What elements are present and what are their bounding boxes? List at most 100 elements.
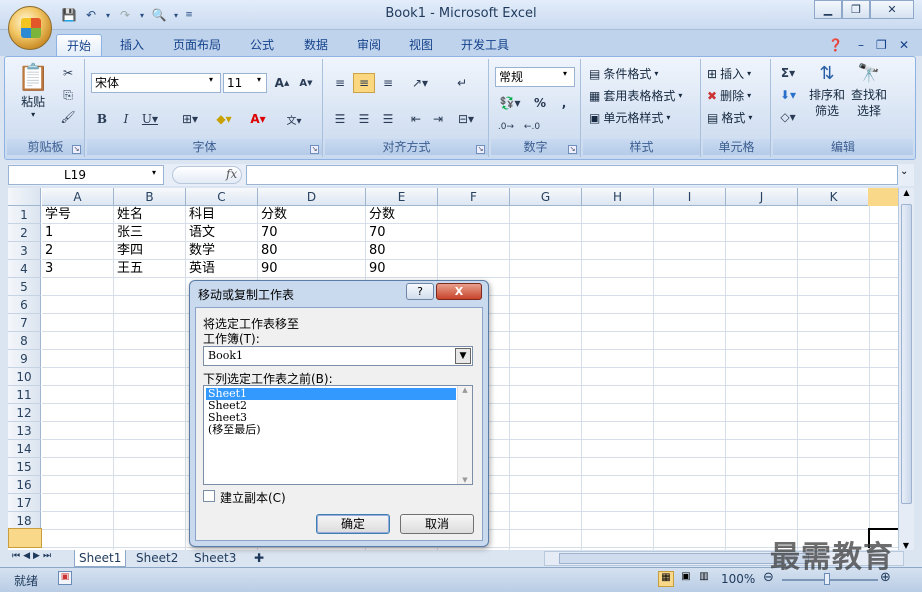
cell[interactable]: 数学 [186,242,215,260]
find-select-button[interactable]: 🔭 查找和 选择 [851,61,887,119]
tab-view[interactable]: 视图 [399,34,443,56]
tab-review[interactable]: 审阅 [347,34,391,56]
clear-icon[interactable]: ◇▾ [777,107,799,127]
close-window-button[interactable]: ✕ [870,0,914,19]
percent-button[interactable]: % [529,93,551,113]
cell[interactable]: 90 [366,260,386,278]
cell[interactable]: 王五 [114,260,143,278]
sheet-listbox[interactable]: Sheet1 Sheet2 Sheet3 (移至最后) ▲ ▼ [203,385,473,485]
ribbon-close-icon[interactable]: ✕ [899,34,909,56]
column-L-header[interactable] [868,188,898,206]
row-header[interactable]: 4 [8,260,41,278]
insert-cells-button[interactable]: ⊞ 插入 ▾ [707,65,751,82]
tab-data[interactable]: 数据 [294,34,338,56]
wrap-text-icon[interactable]: ↵ [451,73,473,93]
help-icon[interactable]: ❓ [828,34,843,56]
sort-filter-button[interactable]: ⇅ 排序和 筛选 [809,61,845,119]
copy-icon[interactable]: ⎘ [57,85,79,105]
fill-icon[interactable]: ⬇▾ [777,85,799,105]
minimize-button[interactable]: ▁ [814,0,842,19]
merge-center-icon[interactable]: ⊟▾ [451,109,481,129]
name-box-dropdown-icon[interactable]: ▾ [152,168,156,177]
align-top-icon[interactable]: ≡ [329,73,351,93]
cell[interactable]: 语文 [186,224,215,242]
underline-icon[interactable]: U▾ [139,109,161,129]
cell[interactable]: 姓名 [114,206,143,224]
conditional-format-button[interactable]: ▤ 条件格式 ▾ [589,65,658,82]
decrease-indent-icon[interactable]: ⇤ [405,109,427,129]
name-box[interactable]: L19 [8,165,164,185]
select-all-corner[interactable] [8,188,41,206]
list-item[interactable]: (移至最后) [206,424,261,436]
office-button[interactable] [8,6,52,50]
cell[interactable]: 科目 [186,206,215,224]
page-break-view-icon[interactable]: ▥ [696,571,712,587]
cell[interactable]: 90 [258,260,278,278]
number-format-dropdown-icon[interactable]: ▾ [563,69,567,78]
cell-styles-button[interactable]: ▣ 单元格样式 ▾ [589,109,670,126]
row-header[interactable]: 2 [8,224,41,242]
row-header[interactable]: 5 [8,278,41,296]
delete-cells-button[interactable]: ✖ 删除 ▾ [707,87,751,104]
font-size-dropdown-icon[interactable]: ▾ [257,75,261,84]
grow-font-icon[interactable]: A ▲ [271,73,293,93]
row-header[interactable]: 3 [8,242,41,260]
italic-icon[interactable]: I [115,109,137,129]
align-right-icon[interactable]: ☰ [377,109,399,129]
autosum-icon[interactable]: Σ▾ [777,63,799,83]
column-header[interactable]: G [510,188,582,206]
row-header[interactable]: 16 [8,476,41,494]
increase-decimal-icon[interactable]: .0→ [495,117,517,137]
row-header[interactable]: 7 [8,314,41,332]
tab-formulas[interactable]: 公式 [240,34,284,56]
column-header[interactable]: E [366,188,438,206]
cell[interactable]: 2 [42,242,53,260]
paste-button[interactable]: 📋 粘贴 ▾ [17,63,49,119]
format-painter-icon[interactable]: 🖌 [57,107,79,127]
ribbon-restore-icon[interactable]: ❐ [876,34,887,56]
font-name-dropdown-icon[interactable]: ▾ [209,75,213,84]
row-header[interactable]: 8 [8,332,41,350]
number-launcher-icon[interactable]: ↘ [568,145,577,154]
row-header[interactable]: 11 [8,386,41,404]
row-header[interactable]: 9 [8,350,41,368]
vertical-scrollbar[interactable]: ▲ ▼ [898,188,914,550]
increase-indent-icon[interactable]: ⇥ [427,109,449,129]
align-left-icon[interactable]: ☰ [329,109,351,129]
dialog-help-button[interactable]: ? [406,283,434,300]
list-scroll-down-icon[interactable]: ▼ [458,476,472,484]
dialog-close-button[interactable]: X [436,283,482,300]
sheet-nav-icons[interactable]: ⏮◀▶⏭ [12,551,54,561]
cell[interactable]: 分数 [366,206,395,224]
page-layout-view-icon[interactable]: ▣ [678,571,694,587]
workbook-select[interactable]: Book1 ▼ [203,346,473,366]
sheet-tab-2[interactable]: Sheet2 [132,550,182,567]
orientation-icon[interactable]: ↗▾ [405,73,435,93]
copy-checkbox[interactable] [203,490,215,502]
font-color-icon[interactable]: A▾ [247,109,269,129]
cell[interactable]: 3 [42,260,53,278]
tab-home[interactable]: 开始 [56,34,103,56]
align-middle-icon[interactable]: ≡ [353,73,375,93]
scroll-down-icon[interactable]: ▼ [899,541,913,550]
column-header[interactable]: B [114,188,186,206]
row-header[interactable]: 12 [8,404,41,422]
cell[interactable]: 学号 [42,206,71,224]
cell[interactable]: 分数 [258,206,287,224]
cell[interactable]: 李四 [114,242,143,260]
row-header[interactable]: 6 [8,296,41,314]
alignment-launcher-icon[interactable]: ↘ [476,145,485,154]
insert-function-button[interactable]: fx [226,167,237,181]
normal-view-icon[interactable]: ▦ [658,571,674,587]
macro-record-icon[interactable]: ▣ [58,571,72,585]
listbox-scrollbar[interactable]: ▲ ▼ [457,386,472,484]
tab-developer[interactable]: 开发工具 [451,34,519,56]
ribbon-minimize-icon[interactable]: – [858,34,864,56]
copy-checkbox-label[interactable]: 建立副本(C) [220,489,286,506]
bold-icon[interactable]: B [91,109,113,129]
clipboard-launcher-icon[interactable]: ↘ [72,145,81,154]
column-header[interactable]: K [798,188,870,206]
column-header[interactable]: D [258,188,366,206]
scroll-thumb[interactable] [901,204,912,504]
cancel-button[interactable]: 取消 [400,514,474,534]
